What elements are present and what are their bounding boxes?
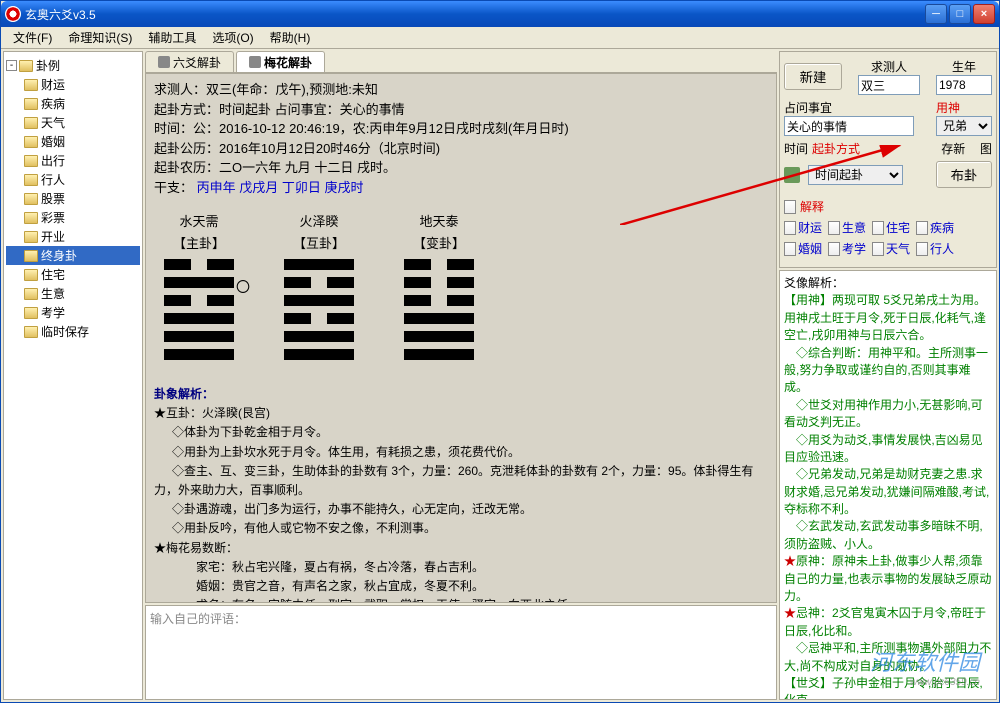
category-link[interactable]: 婚姻	[784, 240, 822, 257]
tree-item[interactable]: 开业	[6, 227, 140, 246]
tabs: 六爻解卦 梅花解卦	[145, 51, 777, 73]
minimize-button[interactable]: ─	[925, 4, 947, 24]
tab-icon	[158, 56, 170, 68]
folder-icon	[24, 212, 38, 224]
folder-icon	[19, 60, 33, 72]
tree-item[interactable]: 出行	[6, 151, 140, 170]
save-link[interactable]: 存新	[941, 140, 965, 157]
folder-icon	[24, 136, 38, 148]
doc-icon	[872, 221, 884, 235]
tree-item[interactable]: 财运	[6, 75, 140, 94]
folder-icon	[24, 79, 38, 91]
hexagram-diagrams: 水天需【主卦】〇火泽睽【互卦】地天泰【变卦】	[164, 212, 768, 360]
folder-icon	[24, 326, 38, 338]
new-button[interactable]: 新建	[784, 63, 842, 90]
folder-icon	[24, 288, 38, 300]
category-link[interactable]: 住宅	[872, 219, 910, 236]
doc-icon	[784, 242, 796, 256]
tree-item[interactable]: 临时保存	[6, 322, 140, 341]
person-input[interactable]	[858, 75, 920, 95]
menu-options[interactable]: 选项(O)	[204, 27, 261, 48]
info-line: 起卦农历：二O一六年 九月 十二日 戌时。	[154, 158, 768, 178]
category-link[interactable]: 行人	[916, 240, 954, 257]
yongshen-select[interactable]: 兄弟	[936, 116, 992, 136]
doc-icon	[916, 242, 928, 256]
category-link[interactable]: 财运	[784, 219, 822, 236]
folder-icon	[24, 269, 38, 281]
category-link[interactable]: 生意	[828, 219, 866, 236]
watermark: 河东软件园www.pc6359.cn	[870, 645, 980, 688]
form-panel: 新建 求测人 生年 占问事宜 用神兄弟 时间 起卦方式 存新 图	[779, 51, 997, 268]
menu-tools[interactable]: 辅助工具	[140, 27, 204, 48]
menu-help[interactable]: 帮助(H)	[262, 27, 319, 48]
analysis: 卦象解析： ★互卦：火泽睽(艮宫) ◇体卦为下卦乾金相于月令。◇用卦为上卦坎水死…	[154, 385, 768, 603]
folder-icon	[24, 193, 38, 205]
menu-knowledge[interactable]: 命理知识(S)	[60, 27, 140, 48]
menubar: 文件(F) 命理知识(S) 辅助工具 选项(O) 帮助(H)	[1, 27, 999, 49]
tab-icon	[249, 56, 261, 68]
folder-icon	[24, 174, 38, 186]
doc-icon	[828, 221, 840, 235]
folder-icon	[24, 98, 38, 110]
tree-item[interactable]: 婚姻	[6, 132, 140, 151]
tree-root[interactable]: - 卦例	[6, 56, 140, 75]
folder-icon	[24, 155, 38, 167]
tab-meihua[interactable]: 梅花解卦	[236, 51, 325, 72]
doc-icon	[784, 200, 796, 214]
tree-item[interactable]: 股票	[6, 189, 140, 208]
titlebar: 玄奥六爻v3.5 ─ □ ×	[1, 1, 999, 27]
pic-link[interactable]: 图	[980, 140, 992, 157]
info-line: 起卦方式：时间起卦 占问事宜：关心的事情	[154, 100, 768, 120]
tree-item[interactable]: 住宅	[6, 265, 140, 284]
category-link[interactable]: 天气	[872, 240, 910, 257]
tree-item[interactable]: 生意	[6, 284, 140, 303]
tree-item[interactable]: 天气	[6, 113, 140, 132]
doc-icon	[828, 242, 840, 256]
window-title: 玄奥六爻v3.5	[25, 6, 923, 23]
time-icon[interactable]	[784, 167, 800, 183]
info-line: 起卦公历：2016年10月12日20时46分（北京时间)	[154, 139, 768, 159]
folder-icon	[24, 250, 38, 262]
doc-icon	[916, 221, 928, 235]
matter-input[interactable]	[784, 116, 914, 136]
category-link[interactable]: 考学	[828, 240, 866, 257]
app-icon	[5, 6, 21, 22]
menu-file[interactable]: 文件(F)	[5, 27, 60, 48]
content-area[interactable]: 求测人：双三(年命：戊午),预测地:未知 起卦方式：时间起卦 占问事宜：关心的事…	[145, 73, 777, 603]
info-line: 求测人：双三(年命：戊午),预测地:未知	[154, 80, 768, 100]
birthyear-input[interactable]	[936, 75, 992, 95]
tree-item[interactable]: 行人	[6, 170, 140, 189]
tab-liuyao[interactable]: 六爻解卦	[145, 51, 234, 72]
folder-icon	[24, 117, 38, 129]
close-button[interactable]: ×	[973, 4, 995, 24]
interpret-label: 解释	[800, 198, 824, 215]
expand-icon[interactable]: -	[6, 60, 17, 71]
comment-input[interactable]: 输入自己的评语：	[145, 605, 777, 700]
maximize-button[interactable]: □	[949, 4, 971, 24]
tree-item[interactable]: 疾病	[6, 94, 140, 113]
info-line: 时间：公：2016-10-12 20:46:19，农:丙申年9月12日戌时戌刻(…	[154, 119, 768, 139]
doc-icon	[872, 242, 884, 256]
tree-item[interactable]: 终身卦	[6, 246, 140, 265]
folder-icon	[24, 231, 38, 243]
category-link[interactable]: 疾病	[916, 219, 954, 236]
tree-item[interactable]: 彩票	[6, 208, 140, 227]
folder-icon	[24, 307, 38, 319]
interpretation-panel[interactable]: 爻像解析： 【用神】两现可取 5爻兄弟戌土为用。用神戌土旺于月令,死于日辰,化耗…	[779, 270, 997, 700]
tree-item[interactable]: 考学	[6, 303, 140, 322]
info-line: 干支： 丙申年 戊戌月 丁卯日 庚戌时	[154, 178, 768, 198]
bugua-button[interactable]: 布卦	[936, 161, 992, 188]
sidebar-tree[interactable]: - 卦例 财运疾病天气婚姻出行行人股票彩票开业终身卦住宅生意考学临时保存	[3, 51, 143, 700]
doc-icon	[784, 221, 796, 235]
method-select[interactable]: 时间起卦	[808, 165, 903, 185]
